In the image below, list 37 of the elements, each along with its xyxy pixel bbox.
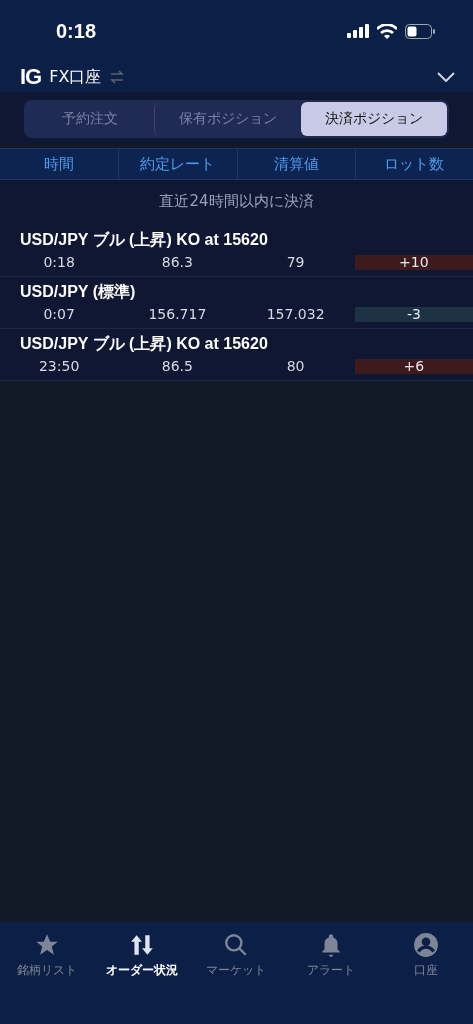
nav-tab[interactable]: マーケット	[206, 962, 267, 979]
account-icon	[412, 932, 439, 958]
nav-tab[interactable]: オーダー状況	[105, 962, 178, 979]
instrument-name: USD/JPY (標準)	[19, 282, 137, 302]
table-cell-text: 0:07	[42, 306, 76, 322]
lot-cell: -3	[354, 306, 473, 322]
column-header[interactable]: 清算値	[236, 149, 355, 179]
swap-icon[interactable]	[109, 69, 126, 85]
list-caption: 直近24時間以内に決済	[158, 191, 315, 212]
up-down-arrows-icon	[128, 932, 155, 958]
lot-cell: +10	[354, 254, 473, 270]
nav-tab[interactable]: アラート	[307, 962, 356, 979]
logo: IG	[20, 64, 42, 90]
table-cell-text: 80	[285, 358, 306, 374]
wifi-icon	[377, 23, 397, 39]
segment-tab[interactable]: 決済ポジション	[301, 102, 447, 136]
chevron-down-icon[interactable]	[437, 72, 455, 82]
nav-tab[interactable]: 口座	[413, 962, 438, 979]
signal-icon	[347, 24, 369, 38]
nav-tab[interactable]: 銘柄リスト	[17, 962, 78, 979]
table-cell-text: 86.5	[160, 358, 194, 374]
column-header[interactable]: ロット数	[354, 149, 473, 179]
instrument-name: USD/JPY ブル (上昇) KO at 15620	[19, 334, 269, 354]
table-cell-text: 156.717	[147, 306, 208, 322]
column-header[interactable]: 時間	[0, 149, 119, 179]
battery-icon	[405, 23, 435, 39]
table-cell-text: 23:50	[37, 358, 81, 374]
table-cell-text: 79	[285, 254, 306, 270]
column-header[interactable]: 約定レート	[118, 149, 237, 179]
table-cell-text: 86.3	[160, 254, 194, 270]
segment-tab[interactable]: 予約注文	[26, 102, 155, 136]
lot-cell: +6	[354, 358, 473, 374]
status-time: 0:18	[56, 19, 97, 43]
table-cell-text: 157.032	[265, 306, 326, 322]
account-name: FX口座	[49, 66, 102, 88]
instrument-name: USD/JPY ブル (上昇) KO at 15620	[19, 230, 269, 250]
table-cell-text: 0:18	[42, 254, 76, 270]
